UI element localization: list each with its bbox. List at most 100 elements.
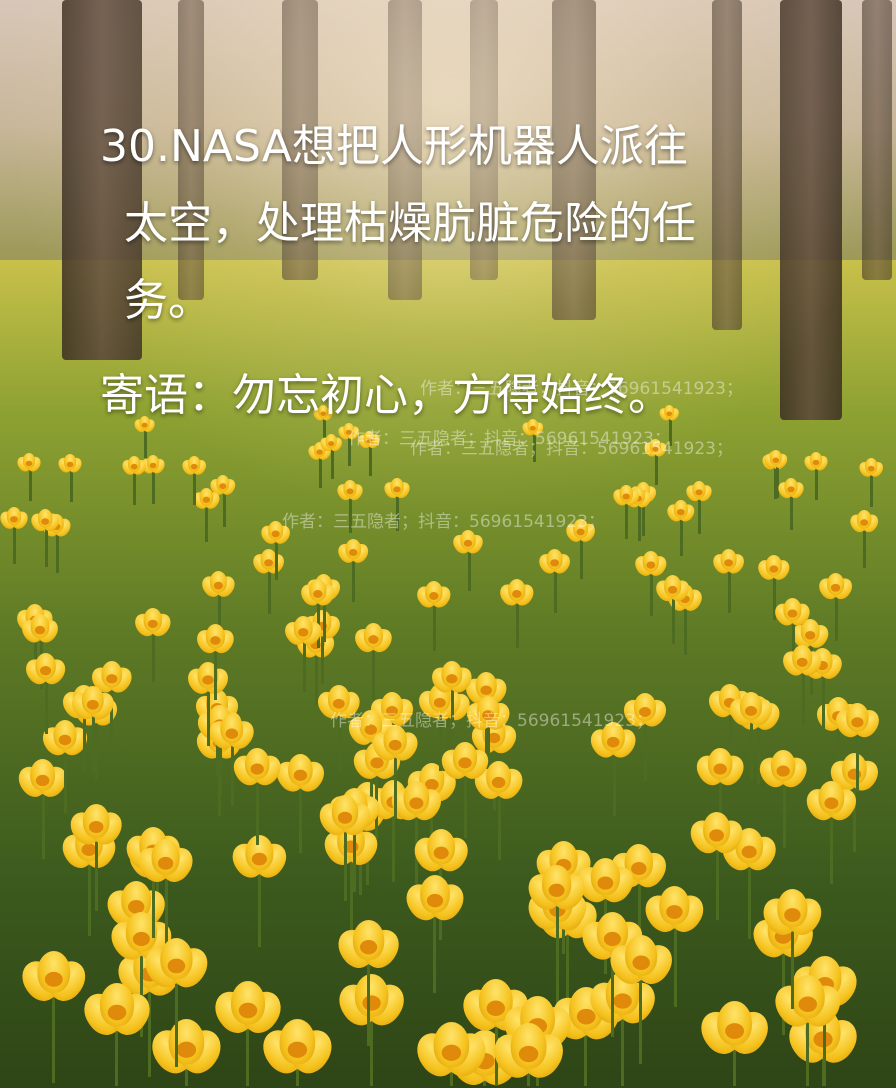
yellow-flower <box>227 747 286 790</box>
flower-stem <box>274 539 278 581</box>
flower-stem <box>52 993 56 1083</box>
flower-stem <box>55 532 59 573</box>
flower-stem <box>870 473 874 508</box>
flower-stem <box>748 863 752 939</box>
yellow-flower <box>800 781 862 826</box>
flower-stem <box>638 504 642 541</box>
yellow-flower <box>399 874 470 926</box>
yellow-flower <box>66 685 119 724</box>
yellow-flower <box>693 1000 776 1061</box>
flower-stem <box>44 527 48 568</box>
yellow-flower <box>486 1023 572 1085</box>
flower-stem <box>372 647 376 700</box>
yellow-flower <box>724 691 777 730</box>
flower-stem <box>115 1026 119 1086</box>
yellow-flower <box>846 510 882 536</box>
yellow-flower <box>334 480 366 503</box>
flower-stem <box>152 470 156 504</box>
yellow-flower <box>119 456 149 478</box>
yellow-flower <box>522 864 592 915</box>
yellow-flower <box>407 828 474 877</box>
yellow-flower <box>205 714 260 754</box>
flower-stem <box>555 901 559 982</box>
caption-line-1: 30.NASA想把人形机器人派往 <box>100 121 688 172</box>
flower-stem <box>782 780 786 848</box>
flower-stem <box>821 673 825 729</box>
yellow-flower <box>28 509 63 535</box>
flower-stem <box>344 828 348 901</box>
flower-stem <box>222 491 226 527</box>
flower-stem <box>394 755 398 820</box>
flower-stem <box>95 838 99 912</box>
yellow-flower <box>297 578 339 609</box>
flower-stem <box>620 1014 624 1086</box>
flower-stem <box>63 749 67 813</box>
caption-line-3: 务。 <box>124 275 212 326</box>
yellow-flower <box>496 579 538 609</box>
flower-stem <box>801 670 805 726</box>
flower-stem <box>255 778 259 846</box>
flower-stem <box>41 790 45 859</box>
flower-stem <box>649 571 653 616</box>
yellow-flower <box>76 983 158 1042</box>
yellow-flower <box>775 477 807 501</box>
flower-stem <box>69 469 73 503</box>
yellow-flower <box>192 623 238 657</box>
flower-stem <box>715 845 719 920</box>
yellow-flower <box>331 974 411 1032</box>
yellow-flower <box>14 951 93 1008</box>
flower-stem <box>44 678 48 735</box>
flower-stem <box>433 603 437 651</box>
yellow-flower <box>226 835 293 884</box>
flower-stem <box>830 813 834 885</box>
flower-stem <box>671 597 675 644</box>
yellow-flower <box>770 597 814 629</box>
yellow-flower <box>207 980 288 1040</box>
flower-stem <box>756 723 760 785</box>
flower-stem <box>727 569 731 614</box>
yellow-flower <box>450 529 487 557</box>
flower-stem <box>152 631 156 683</box>
yellow-flower <box>13 759 73 803</box>
flower-stem <box>257 871 261 948</box>
yellow-flower <box>609 485 642 509</box>
flower-stem <box>28 468 32 502</box>
watermark: 作者：三五隐者；抖音：56961541923； <box>330 711 653 731</box>
yellow-flower <box>409 1021 494 1083</box>
watermark: 作者：三五隐者；抖音：56961541923； <box>420 379 743 399</box>
yellow-flower <box>778 644 827 680</box>
yellow-flower <box>250 549 289 577</box>
flower-stem <box>516 601 520 649</box>
flower-stem <box>749 719 753 780</box>
yellow-flower <box>189 488 223 512</box>
yellow-flower <box>756 888 828 941</box>
yellow-flower <box>64 804 128 851</box>
flower-stem <box>205 505 209 543</box>
yellow-flower <box>334 539 372 567</box>
flower-stem <box>584 1031 588 1086</box>
yellow-flower <box>144 1019 229 1081</box>
yellow-flower <box>14 453 44 474</box>
yellow-flower <box>691 748 750 790</box>
flower-stem <box>174 979 178 1068</box>
flower-stem <box>814 466 818 500</box>
yellow-flower <box>709 548 748 577</box>
flower-stem <box>193 471 197 505</box>
flower-stem <box>268 569 272 614</box>
flower-stem <box>302 640 306 692</box>
yellow-flower <box>56 453 85 475</box>
flower-stem <box>433 912 437 994</box>
yellow-flower <box>281 616 326 649</box>
yellow-flower <box>18 614 63 647</box>
caption-line-2: 太空，处理枯燥肮脏危险的任 <box>124 198 696 249</box>
caption-text: 30.NASA想把人形机器人派往 太空，处理枯燥肮脏危险的任 务。 <box>100 108 760 339</box>
flower-stem <box>91 713 95 774</box>
yellow-flower <box>37 720 93 760</box>
flower-stem <box>791 926 794 1010</box>
yellow-flower <box>381 478 413 501</box>
yellow-flower <box>602 935 679 991</box>
yellow-flower <box>179 455 209 477</box>
flower-stem <box>298 785 302 854</box>
yellow-flower <box>683 481 715 504</box>
watermark: 作者：三五隐者；抖音：56961541923； <box>410 439 733 459</box>
